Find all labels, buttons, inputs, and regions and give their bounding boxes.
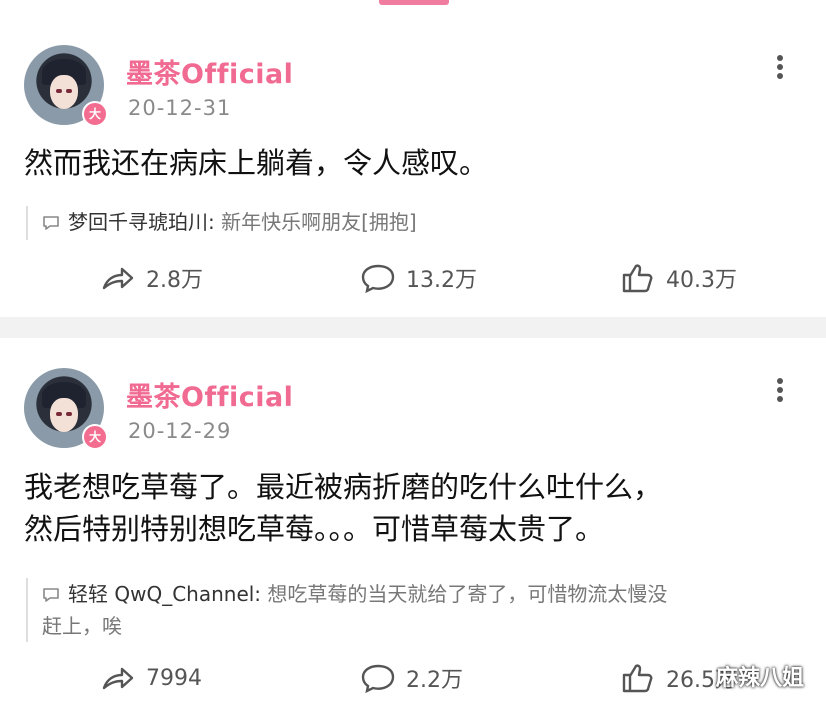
post-card: 大 墨茶Official 20-12-31 然而我还在病床上躺着，令人感叹。 梦…	[0, 12, 826, 317]
post-date: 20-12-31	[128, 96, 232, 120]
like-count: 40.3万	[666, 268, 737, 293]
post-card: 大 墨茶Official 20-12-29 我老想吃草莓了。最近被病折磨的吃什么…	[0, 338, 826, 705]
comment-icon	[361, 664, 395, 694]
post-date: 20-12-29	[128, 419, 232, 443]
comment-count: 13.2万	[406, 268, 477, 293]
comment-icon	[361, 264, 395, 294]
verified-badge: 大	[82, 101, 108, 127]
comment-text-continued: 赶上，唉	[42, 614, 122, 638]
post-text-line: 然而我还在病床上躺着，令人感叹。	[24, 146, 489, 180]
thumbs-up-icon	[622, 264, 653, 293]
more-vertical-icon[interactable]	[770, 375, 790, 405]
more-vertical-icon[interactable]	[770, 52, 790, 82]
action-bar: 2.8万 13.2万 40.3万	[0, 258, 826, 298]
username[interactable]: 墨茶Official	[126, 52, 293, 91]
watermark: 麻辣八姐	[716, 666, 805, 691]
comment-count: 2.2万	[406, 668, 463, 693]
share-count: 7994	[146, 665, 202, 691]
comment-author[interactable]: 梦回千寻琥珀川:	[68, 210, 215, 234]
comment-button[interactable]: 13.2万	[360, 258, 477, 298]
avatar[interactable]: 大	[24, 368, 108, 450]
active-tab-indicator	[379, 0, 449, 5]
comment-preview[interactable]: 梦回千寻琥珀川: 新年快乐啊朋友[拥抱]	[26, 206, 417, 240]
comment-icon	[43, 588, 59, 602]
post-text-line: 我老想吃草莓了。最近被病折磨的吃什么吐什么，	[24, 470, 663, 504]
like-button[interactable]: 40.3万	[620, 258, 737, 298]
post-text-line: 然后特别特别想吃草莓。。。可惜草莓太贵了。	[24, 512, 605, 546]
share-icon	[102, 667, 134, 690]
avatar[interactable]: 大	[24, 45, 108, 127]
comment-button[interactable]: 2.2万	[360, 658, 463, 698]
comment-text: 想吃草莓的当天就给了寄了，可惜物流太慢没	[261, 582, 668, 606]
share-button[interactable]: 7994	[100, 658, 202, 698]
verified-badge: 大	[82, 424, 108, 450]
share-button[interactable]: 2.8万	[100, 258, 203, 298]
post-separator	[0, 317, 826, 338]
share-count: 2.8万	[146, 268, 203, 293]
share-icon	[102, 267, 134, 290]
post-text[interactable]: 我老想吃草莓了。最近被病折磨的吃什么吐什么， 然后特别特别想吃草莓。。。可惜草莓…	[24, 466, 662, 550]
username[interactable]: 墨茶Official	[126, 375, 293, 414]
post-text[interactable]: 然而我还在病床上躺着，令人感叹。	[24, 142, 488, 184]
comment-text: 新年快乐啊朋友[拥抱]	[214, 210, 417, 234]
comment-author[interactable]: 轻轻 QwQ_Channel:	[68, 582, 261, 606]
comment-icon	[43, 216, 59, 230]
comment-preview[interactable]: 轻轻 QwQ_Channel: 想吃草莓的当天就给了寄了，可惜物流太慢没 赶上，…	[26, 578, 667, 642]
thumbs-up-icon	[622, 664, 653, 693]
action-bar: 7994 2.2万 26.5万	[0, 658, 826, 698]
